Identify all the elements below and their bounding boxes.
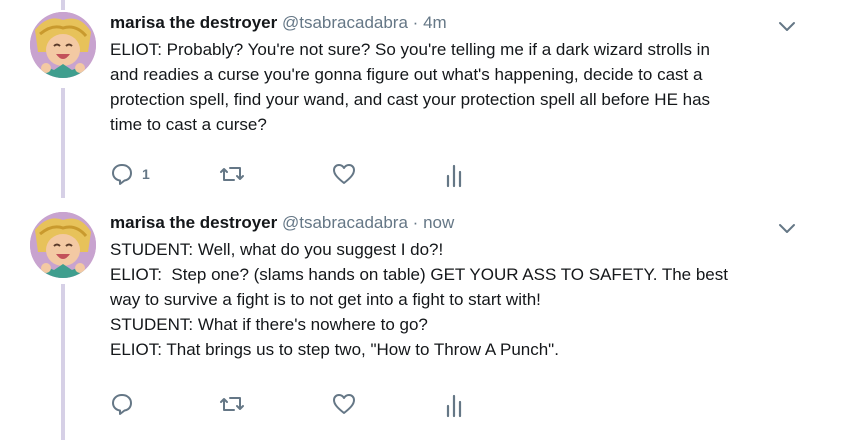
tweet-actions: 1 — [110, 162, 710, 192]
like-button[interactable] — [332, 392, 356, 416]
reply-count: 1 — [142, 166, 150, 182]
timestamp[interactable]: 4m — [423, 13, 447, 32]
retweet-icon — [218, 392, 246, 416]
chevron-down-icon[interactable] — [776, 217, 798, 239]
tweet[interactable]: marisa the destroyer @tsabracadabra · no… — [0, 200, 844, 440]
analytics-icon — [444, 392, 464, 418]
tweet-text-line: ELIOT: Probably? You're not sure? So you… — [110, 40, 710, 59]
like-button[interactable] — [332, 162, 356, 186]
reply-button[interactable] — [110, 392, 142, 416]
display-name[interactable]: marisa the destroyer — [110, 13, 277, 32]
tweet-text-line: ELIOT: That brings us to step two, "How … — [110, 340, 559, 359]
separator-dot: · — [412, 13, 419, 32]
retweet-icon — [218, 162, 246, 186]
tweet[interactable]: marisa the destroyer @tsabracadabra · 4m… — [0, 0, 844, 200]
like-icon — [332, 162, 356, 186]
avatar-image — [30, 212, 96, 278]
tweet-text-line: STUDENT: What if there's nowhere to go? — [110, 315, 428, 334]
tweet-text-line: and readies a curse you're gonna figure … — [110, 65, 703, 84]
reply-icon — [110, 162, 134, 186]
avatar[interactable] — [30, 12, 96, 78]
avatar[interactable] — [30, 212, 96, 278]
tweet-text-line: ELIOT: Step one? (slams hands on table) … — [110, 265, 728, 284]
like-icon — [332, 392, 356, 416]
reply-icon — [110, 392, 134, 416]
user-handle[interactable]: @tsabracadabra — [282, 213, 408, 232]
tweet-actions — [110, 392, 710, 422]
tweet-text-line: STUDENT: Well, what do you suggest I do?… — [110, 240, 444, 259]
analytics-button[interactable] — [444, 162, 464, 188]
analytics-icon — [444, 162, 464, 188]
chevron-down-icon[interactable] — [776, 15, 798, 37]
analytics-button[interactable] — [444, 392, 464, 418]
tweet-text-line: way to survive a fight is to not get int… — [110, 290, 541, 309]
tweet-text: ELIOT: Probably? You're not sure? So you… — [110, 37, 810, 137]
separator-dot: · — [412, 213, 419, 232]
reply-button[interactable]: 1 — [110, 162, 150, 186]
retweet-button[interactable] — [218, 392, 246, 416]
tweet-text-line: protection spell, find your wand, and ca… — [110, 90, 711, 109]
retweet-button[interactable] — [218, 162, 246, 186]
tweet-text: STUDENT: Well, what do you suggest I do?… — [110, 237, 810, 362]
tweet-header: marisa the destroyer @tsabracadabra · no… — [110, 213, 454, 233]
display-name[interactable]: marisa the destroyer — [110, 213, 277, 232]
timestamp[interactable]: now — [423, 213, 454, 232]
user-handle[interactable]: @tsabracadabra — [282, 13, 408, 32]
tweet-text-line: time to cast a curse? — [110, 115, 267, 134]
avatar-image — [30, 12, 96, 78]
tweet-header: marisa the destroyer @tsabracadabra · 4m — [110, 13, 447, 33]
